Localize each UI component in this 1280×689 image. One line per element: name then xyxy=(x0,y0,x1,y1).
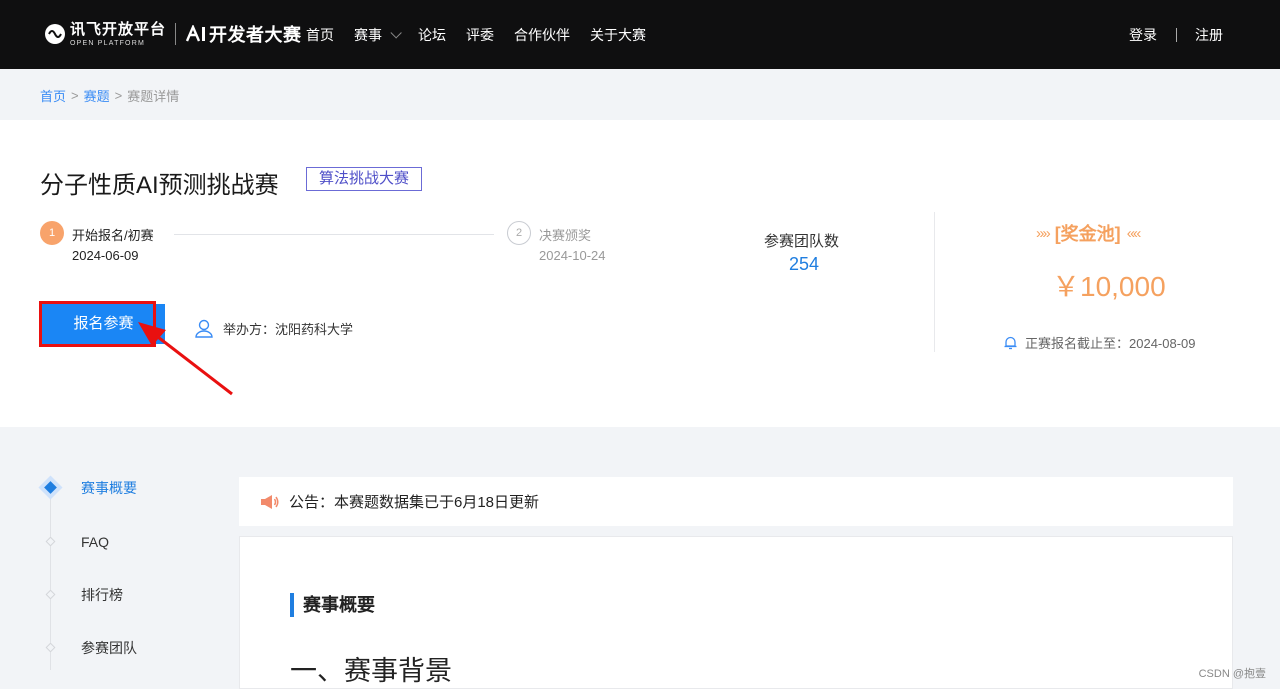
nav-about[interactable]: 关于大赛 xyxy=(590,25,646,45)
diamond-icon xyxy=(40,477,61,498)
iflytek-logo-icon xyxy=(44,23,66,45)
step-1-badge: 1 xyxy=(40,221,64,245)
background-heading: 一、赛事背景 xyxy=(290,656,452,686)
chevron-down-icon xyxy=(390,26,402,39)
register-link[interactable]: 注册 xyxy=(1195,25,1223,45)
nav-competitions[interactable]: 赛事 xyxy=(354,25,402,45)
prize-arrows-left: »» xyxy=(1036,224,1051,242)
section-heading: 赛事概要 xyxy=(290,593,375,617)
nav-forum[interactable]: 论坛 xyxy=(418,25,446,45)
sidenav-item-leaderboard[interactable]: 排行榜 xyxy=(40,584,123,605)
step-2-date: 2024-10-24 xyxy=(539,248,606,263)
nav-judges[interactable]: 评委 xyxy=(466,25,494,45)
diamond-icon xyxy=(40,531,61,552)
breadcrumb: 首页 > 赛题 > 赛题详情 xyxy=(40,86,179,105)
sidenav-item-label: 排行榜 xyxy=(81,586,123,603)
signup-deadline: 正赛报名截止至：2024-08-09 xyxy=(1002,333,1196,352)
auth-links: 登录 注册 xyxy=(1129,0,1223,69)
step-connector xyxy=(174,234,494,235)
prize-pool-title: »» [奖金池] «« xyxy=(1036,220,1142,246)
teams-count-value: 254 xyxy=(789,254,820,274)
nav-home[interactable]: 首页 xyxy=(306,25,334,45)
step-2-badge: 2 xyxy=(507,221,531,245)
vertical-divider xyxy=(934,212,935,352)
bell-icon xyxy=(1004,336,1017,350)
sidenav-item-faq[interactable]: FAQ xyxy=(40,531,109,552)
announcement-text: 公告：本赛题数据集已于6月18日更新 xyxy=(289,494,540,511)
announcement-bar: 公告：本赛题数据集已于6月18日更新 xyxy=(239,477,1233,526)
csdn-watermark: CSDN @抱壹 xyxy=(1198,668,1266,680)
deadline-text: 正赛报名截止至：2024-08-09 xyxy=(1025,336,1196,351)
page-title: 分子性质AI预测挑战赛 xyxy=(40,172,279,199)
competition-hero: 分子性质AI预测挑战赛 算法挑战大赛 1 开始报名/初赛 2024-06-09 … xyxy=(0,120,1280,427)
sidenav-item-overview[interactable]: 赛事概要 xyxy=(40,477,137,498)
sidenav-item-label: 赛事概要 xyxy=(81,479,137,496)
nav-partners[interactable]: 合作伙伴 xyxy=(514,25,570,45)
top-navbar: 讯飞开放平台 OPEN PLATFORM 开发者大赛 首页 赛事 论坛 评委 合… xyxy=(0,0,1280,69)
main-nav: 首页 赛事 论坛 评委 合作伙伴 关于大赛 xyxy=(306,0,666,69)
prize-pool-label: [奖金池] xyxy=(1054,224,1121,244)
prize-arrows-right: «« xyxy=(1126,224,1142,242)
step-1-label: 开始报名/初赛 xyxy=(72,228,154,243)
sidenav-item-teams[interactable]: 参赛团队 xyxy=(40,637,137,658)
organizer: 举办方：沈阳药科大学 xyxy=(193,317,353,339)
site-logo[interactable]: 讯飞开放平台 OPEN PLATFORM 开发者大赛 xyxy=(44,20,302,48)
sidenav-item-label: FAQ xyxy=(81,533,110,550)
logo-divider xyxy=(175,23,177,45)
organizer-text: 举办方：沈阳药科大学 xyxy=(223,321,354,337)
step-1-date: 2024-06-09 xyxy=(72,248,139,263)
user-icon xyxy=(195,319,213,338)
diamond-icon xyxy=(40,637,61,658)
logo-sub-text: OPEN PLATFORM xyxy=(70,39,145,47)
ai-dev-contest-logo: 开发者大赛 xyxy=(185,21,302,47)
breadcrumb-current: 赛题详情 xyxy=(127,89,180,104)
category-tag: 算法挑战大赛 xyxy=(306,167,423,191)
nav-competitions-label: 赛事 xyxy=(354,26,382,43)
step-2-label: 决赛颁奖 xyxy=(539,228,592,243)
auth-divider xyxy=(1176,27,1177,42)
prize-amount: ￥10,000 xyxy=(1052,271,1166,302)
ai-logo-icon xyxy=(185,25,206,42)
detail-sidenav: 赛事概要 FAQ 排行榜 参赛团队 xyxy=(40,476,190,676)
breadcrumb-separator: > xyxy=(71,88,79,103)
teams-count-label: 参赛团队数 xyxy=(764,233,840,250)
breadcrumb-topics[interactable]: 赛题 xyxy=(84,86,110,105)
breadcrumb-home[interactable]: 首页 xyxy=(40,86,66,105)
content-card: 赛事概要 一、赛事背景 xyxy=(239,536,1233,689)
megaphone-icon xyxy=(261,494,279,509)
breadcrumb-separator: > xyxy=(114,88,123,103)
diamond-icon xyxy=(40,584,61,605)
logo-ai-text: 开发者大赛 xyxy=(209,25,302,45)
logo-main-text: 讯飞开放平台 xyxy=(70,20,167,38)
sidenav-item-label: 参赛团队 xyxy=(81,639,137,656)
login-link[interactable]: 登录 xyxy=(1129,25,1157,45)
